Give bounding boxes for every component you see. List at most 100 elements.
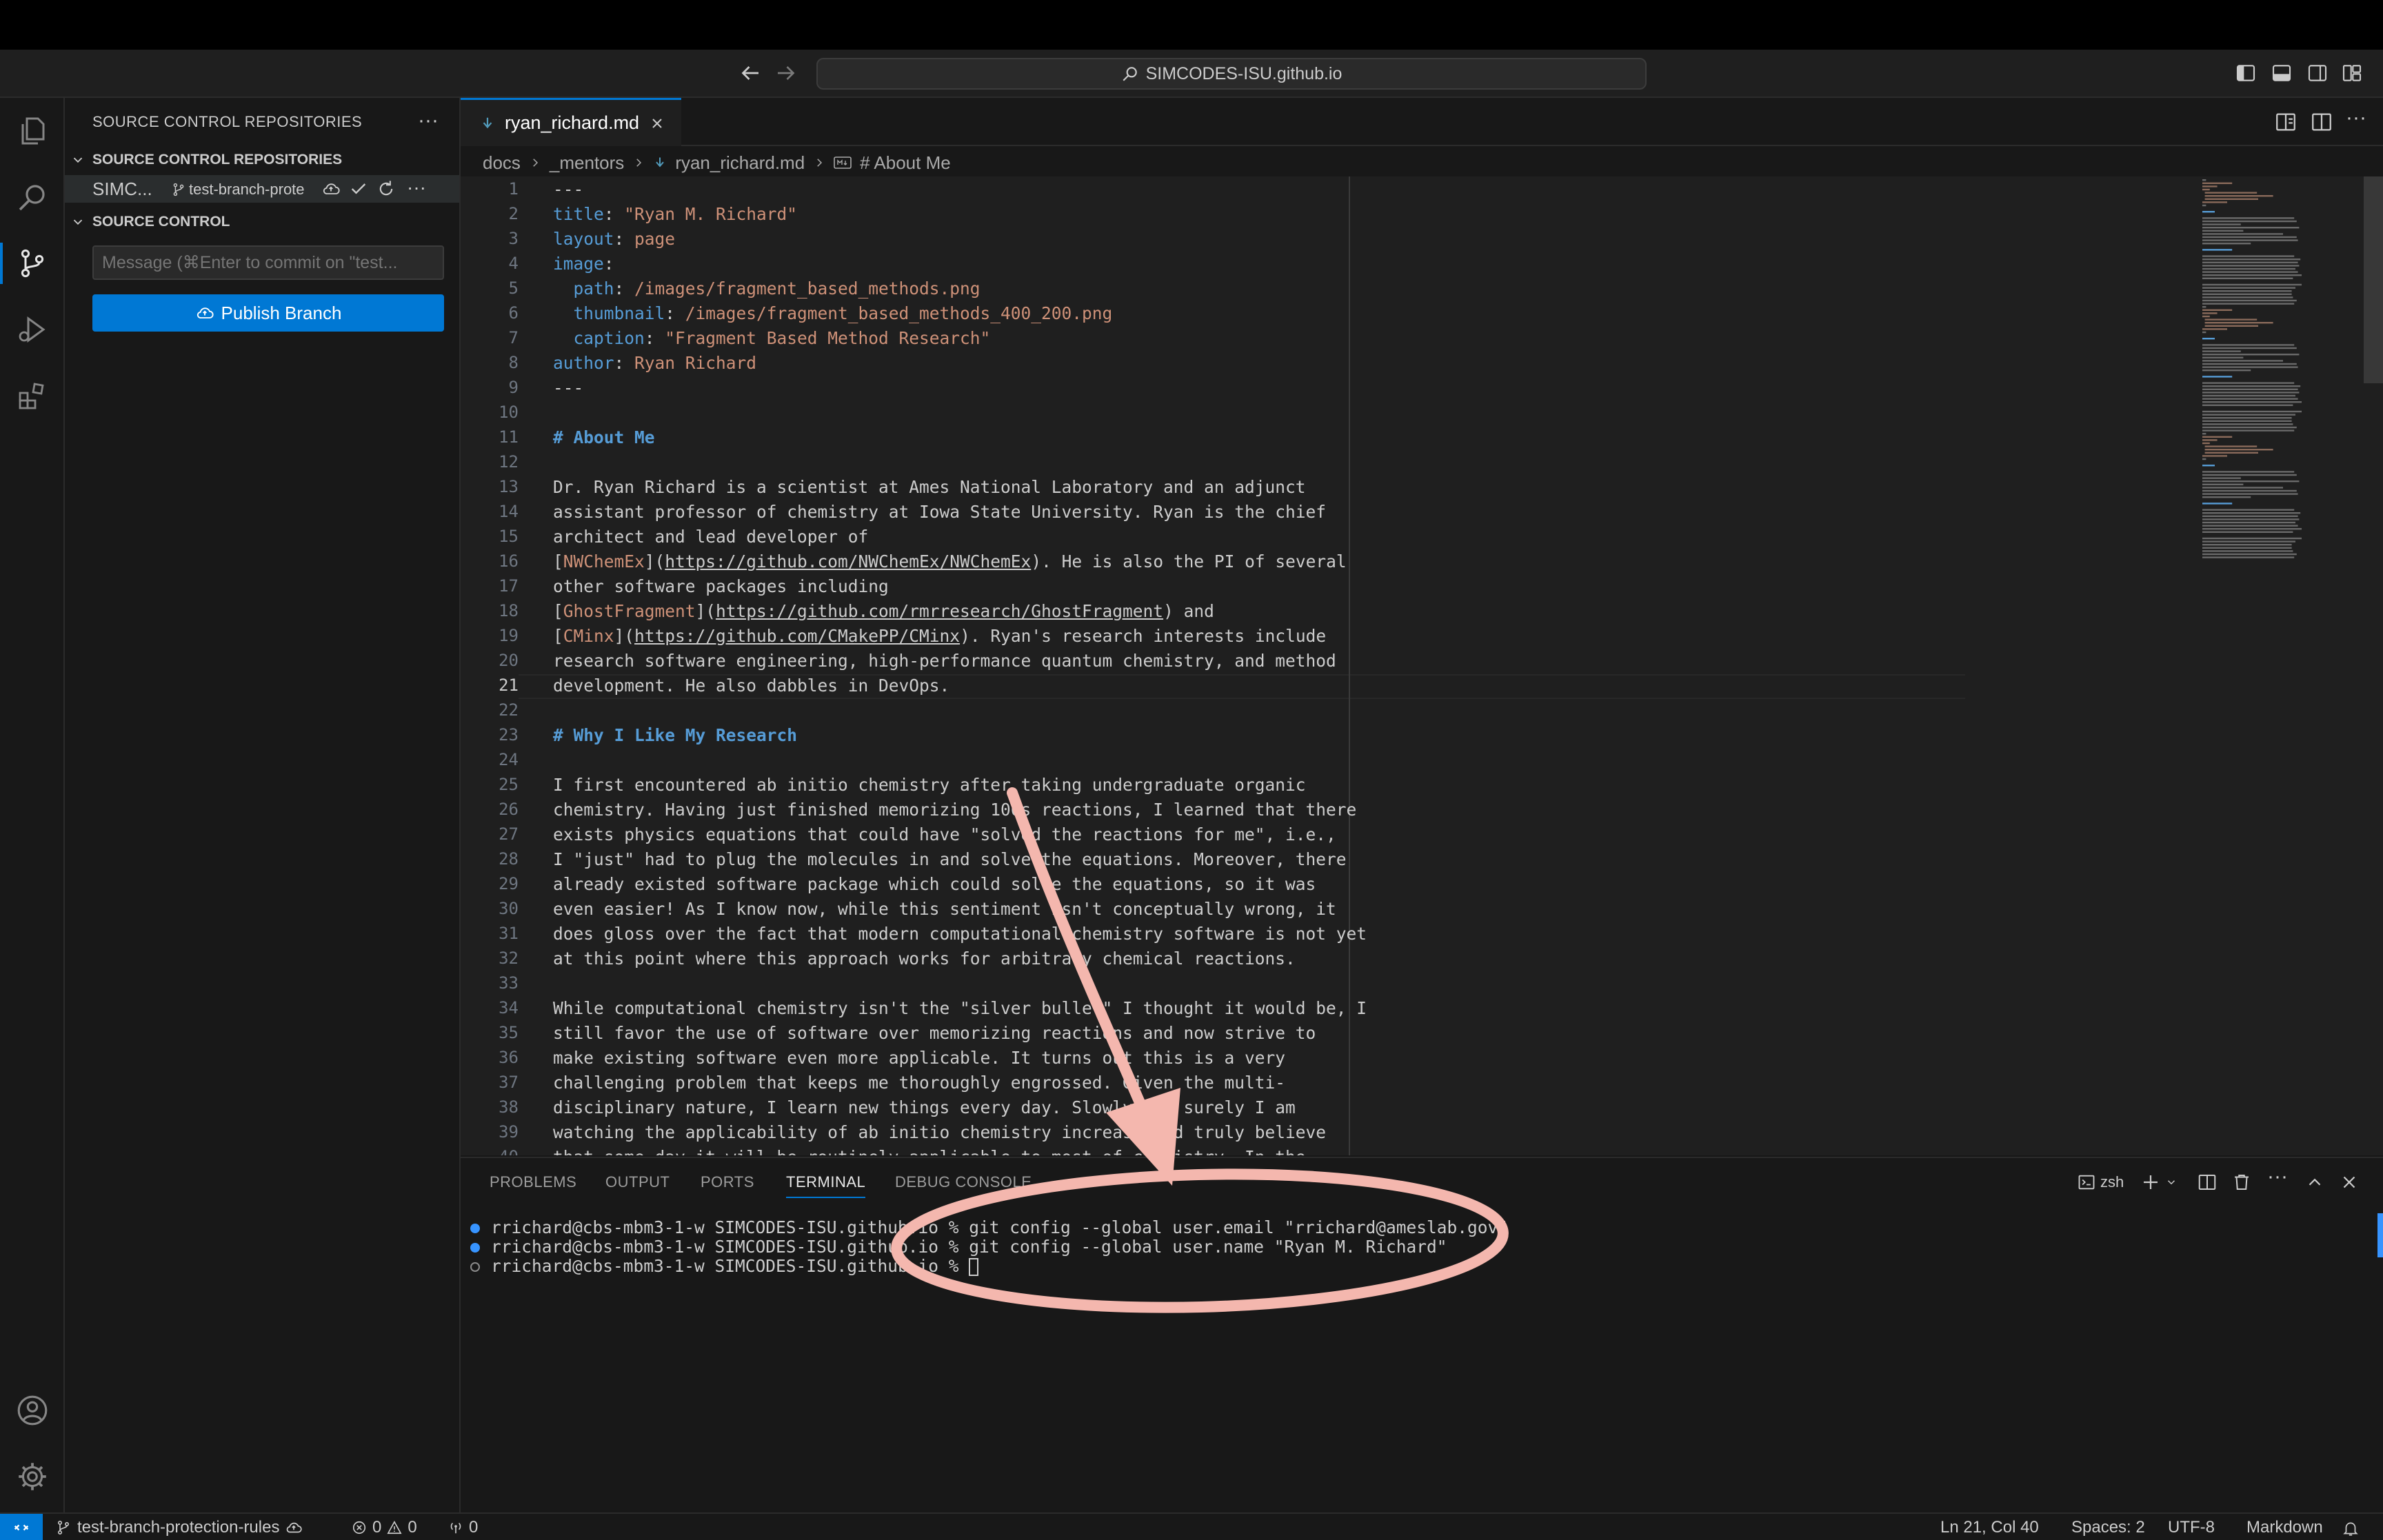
code-line[interactable]: [CMinx](https://github.com/CMakePP/CMinx… xyxy=(553,626,1326,646)
code-line[interactable]: research software engineering, high-perf… xyxy=(553,651,1336,671)
breadcrumb-file[interactable]: ryan_richard.md xyxy=(675,152,805,174)
close-icon[interactable] xyxy=(649,115,665,132)
command-center-search[interactable]: SIMCODES-ISU.github.io xyxy=(816,58,1647,90)
split-terminal-icon[interactable] xyxy=(2197,1171,2218,1194)
customize-layout-icon[interactable] xyxy=(2340,62,2364,84)
code-line[interactable]: path: /images/fragment_based_methods.png xyxy=(553,278,981,298)
section-header-repositories[interactable]: SOURCE CONTROL REPOSITORIES xyxy=(70,152,342,168)
code-line[interactable]: other software packages including xyxy=(553,576,889,596)
toggle-panel-icon[interactable] xyxy=(2270,62,2293,84)
code-line[interactable]: watching the applicability of ab initio … xyxy=(553,1122,1326,1142)
code-line[interactable]: # About Me xyxy=(553,427,655,447)
sidebar-more-actions[interactable]: ··· xyxy=(418,109,439,132)
code-line[interactable]: disciplinary nature, I learn new things … xyxy=(553,1097,1296,1117)
minimap[interactable] xyxy=(2200,176,2317,576)
ports-status[interactable]: 0 xyxy=(448,1518,478,1537)
code-line[interactable]: chemistry. Having just finished memorizi… xyxy=(553,800,1356,820)
code-line[interactable]: title: "Ryan M. Richard" xyxy=(553,204,797,224)
repository-row[interactable]: SIMC... test-branch-protе ··· xyxy=(65,175,459,203)
split-editor-icon[interactable] xyxy=(2310,110,2333,134)
code-line[interactable]: --- xyxy=(553,179,583,199)
code-line[interactable]: at this point where this approach works … xyxy=(553,949,1296,969)
run-debug-button[interactable] xyxy=(12,309,53,350)
code-line[interactable]: make existing software even more applica… xyxy=(553,1048,1285,1068)
back-arrow-icon[interactable] xyxy=(738,61,763,85)
code-line[interactable]: development. He also dabbles in DevOps. xyxy=(553,676,949,696)
problems-status[interactable]: 0 0 xyxy=(352,1518,417,1537)
code-line[interactable]: architect and lead developer of xyxy=(553,527,868,547)
publish-branch-button[interactable]: Publish Branch xyxy=(92,294,444,332)
cursor-position[interactable]: Ln 21, Col 40 xyxy=(1940,1518,2039,1537)
code-editor[interactable]: 1 2 3 4 5 6 7 8 9 10 11 12 13 14 15 16 17 18 19 20 21 22 23 24 2… xyxy=(461,176,2383,1155)
tab-output[interactable]: OUTPUT xyxy=(605,1173,670,1191)
explorer-button[interactable] xyxy=(12,110,53,152)
source-control-button[interactable] xyxy=(0,243,53,284)
code-line[interactable]: [GhostFragment](https://github.com/rmrre… xyxy=(553,601,1214,621)
open-preview-icon[interactable] xyxy=(2274,110,2297,134)
code-line[interactable]: Dr. Ryan Richard is a scientist at Ames … xyxy=(553,477,1306,497)
search-icon xyxy=(19,185,45,211)
tab-terminal[interactable]: TERMINAL xyxy=(786,1173,866,1198)
code-line[interactable]: While computational chemistry isn't the … xyxy=(553,998,1367,1018)
panel-more-actions[interactable]: ··· xyxy=(2267,1165,2288,1188)
code-line[interactable]: --- xyxy=(553,378,583,398)
code-line[interactable]: even easier! As I know now, while this s… xyxy=(553,899,1336,919)
code-line[interactable]: image: xyxy=(553,254,614,274)
commit-message-input[interactable] xyxy=(92,245,444,280)
breadcrumb-mentors[interactable]: _mentors xyxy=(550,152,624,174)
cloud-upload-icon[interactable] xyxy=(321,179,341,199)
code-line[interactable]: that some day it will be routinely appli… xyxy=(553,1147,1306,1155)
extensions-button[interactable] xyxy=(12,375,53,416)
code-line[interactable]: caption: "Fragment Based Method Research… xyxy=(553,328,991,348)
code-line[interactable]: author: Ryan Richard xyxy=(553,353,756,373)
section-header-source-control[interactable]: SOURCE CONTROL xyxy=(70,214,230,230)
search-button[interactable] xyxy=(12,176,53,218)
broadcast-icon xyxy=(450,1522,461,1534)
terminal-shell-selector[interactable]: zsh xyxy=(2077,1171,2124,1194)
toggle-primary-sidebar-icon[interactable] xyxy=(2234,62,2258,84)
code-line[interactable]: I "just" had to plug the molecules in an… xyxy=(553,849,1347,869)
minimap-line xyxy=(2202,433,2206,435)
maximize-panel-icon[interactable] xyxy=(2304,1171,2325,1194)
new-terminal-button[interactable] xyxy=(2140,1171,2178,1194)
os-menu-strip xyxy=(0,0,2383,50)
code-line[interactable]: layout: page xyxy=(553,229,675,249)
indentation[interactable]: Spaces: 2 xyxy=(2071,1518,2145,1537)
tab-problems[interactable]: PROBLEMS xyxy=(490,1173,576,1191)
code-line[interactable]: already existed software package which c… xyxy=(553,874,1316,894)
breadcrumb-docs[interactable]: docs xyxy=(483,152,521,174)
trash-icon[interactable] xyxy=(2231,1171,2252,1194)
forward-arrow-icon[interactable] xyxy=(774,61,798,85)
code-line[interactable]: challenging problem that keeps me thorou… xyxy=(553,1073,1285,1093)
code-line[interactable]: thumbnail: /images/fragment_based_method… xyxy=(553,303,1113,323)
code-line[interactable]: exists physics equations that could have… xyxy=(553,824,1336,844)
toggle-secondary-sidebar-icon[interactable] xyxy=(2306,62,2329,84)
bell-icon[interactable] xyxy=(2342,1519,2360,1537)
code-line[interactable]: does gloss over the fact that modern com… xyxy=(553,924,1367,944)
commit-check-icon[interactable] xyxy=(349,179,368,199)
refresh-icon[interactable] xyxy=(376,179,396,199)
error-count: 0 xyxy=(372,1518,382,1537)
language-mode[interactable]: Markdown xyxy=(2246,1518,2323,1537)
manage-button[interactable] xyxy=(12,1456,53,1497)
tab-ryan-richard-md[interactable]: ryan_richard.md xyxy=(461,98,681,146)
repository-branch[interactable]: test-branch-protе xyxy=(171,181,378,199)
repo-more-actions[interactable]: ··· xyxy=(407,176,426,199)
accounts-button[interactable] xyxy=(12,1390,53,1431)
terminal-prompt[interactable]: rrichard@cbs-mbm3-1-w SIMCODES-ISU.githu… xyxy=(491,1256,979,1276)
code-line[interactable]: [NWChemEx](https://github.com/NWChemEx/N… xyxy=(553,551,1347,571)
close-panel-icon[interactable] xyxy=(2339,1171,2360,1194)
editor-more-actions[interactable]: ··· xyxy=(2346,106,2366,130)
code-line[interactable]: assistant professor of chemistry at Iowa… xyxy=(553,502,1326,522)
remote-indicator[interactable] xyxy=(0,1514,43,1540)
code-line[interactable]: # Why I Like My Research xyxy=(553,725,797,745)
branch-icon xyxy=(58,1520,70,1534)
code-line[interactable]: still favor the use of software over mem… xyxy=(553,1023,1316,1043)
editor-scrollbar[interactable] xyxy=(2364,176,2383,383)
tab-ports[interactable]: PORTS xyxy=(701,1173,754,1191)
code-line[interactable]: I first encountered ab initio chemistry … xyxy=(553,775,1306,795)
encoding[interactable]: UTF-8 xyxy=(2168,1518,2215,1537)
branch-status[interactable]: test-branch-protection-rules xyxy=(55,1518,303,1537)
breadcrumb-symbol[interactable]: # About Me xyxy=(860,152,951,174)
tab-debug-console[interactable]: DEBUG CONSOLE xyxy=(895,1173,1032,1191)
